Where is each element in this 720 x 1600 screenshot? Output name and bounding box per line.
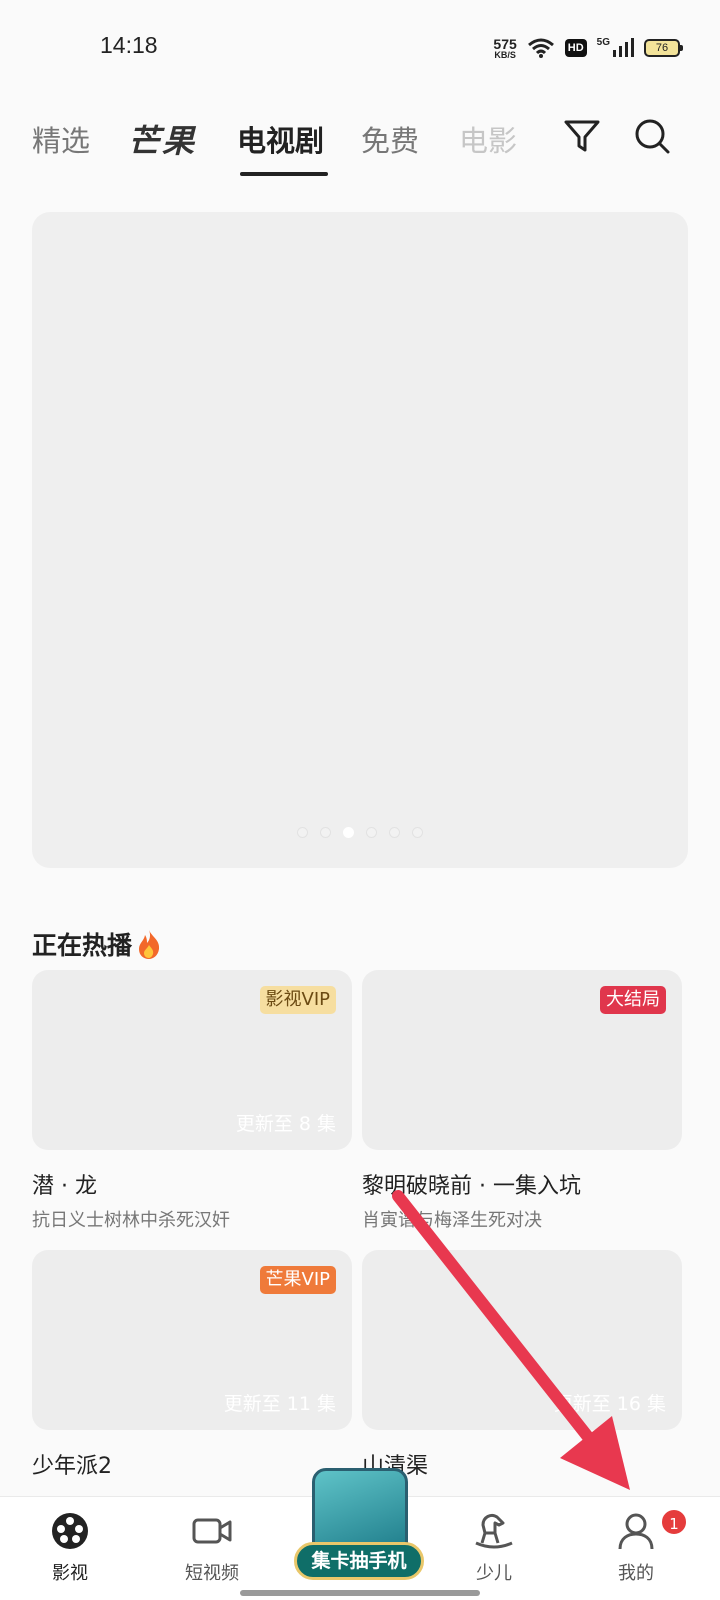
- drama-card[interactable]: 更新至 16 集 山清渠: [362, 1250, 682, 1480]
- notification-badge: 1: [660, 1508, 688, 1536]
- video-camera-icon: [192, 1518, 232, 1544]
- nav-label: 影视: [52, 1563, 88, 1584]
- battery-icon: 76: [644, 39, 683, 57]
- carousel-dots: [32, 827, 688, 838]
- nav-item-kids[interactable]: 少儿: [446, 1511, 542, 1585]
- vip-badge: 芒果VIP: [259, 1266, 336, 1294]
- film-reel-icon: [52, 1513, 88, 1549]
- search-icon[interactable]: [632, 116, 672, 156]
- card-subtitle: 抗日义士树林中杀死汉奸: [32, 1210, 230, 1231]
- status-icons: 575 KB/S HD 5G 76: [493, 34, 683, 62]
- nav-item-films[interactable]: 影视: [22, 1511, 118, 1585]
- carousel-dot: [320, 827, 331, 838]
- carousel-dot-active: [343, 827, 354, 838]
- carousel-dot: [297, 827, 308, 838]
- net-speed: 575 KB/S: [493, 35, 517, 60]
- filter-icon[interactable]: [562, 116, 602, 156]
- card-thumbnail[interactable]: 芒果VIP 更新至 11 集: [32, 1250, 352, 1430]
- nav-label: 少儿: [476, 1563, 512, 1584]
- finale-badge: 大结局: [600, 986, 666, 1014]
- carousel-dot: [389, 827, 400, 838]
- tab-movie[interactable]: 电影: [459, 118, 517, 160]
- promo-label: 集卡抽手机: [294, 1542, 424, 1580]
- section-title: 正在热播: [32, 926, 164, 962]
- nav-item-short-video[interactable]: 短视频: [164, 1511, 260, 1585]
- vip-badge: 影视VIP: [259, 986, 336, 1014]
- active-tab-indicator: [240, 172, 328, 176]
- carousel-dot: [412, 827, 423, 838]
- card-subtitle: 肖寅谱与梅泽生死对决: [362, 1210, 542, 1231]
- drama-card[interactable]: 大结局 黎明破晓前 · 一集入坑 肖寅谱与梅泽生死对决: [362, 970, 682, 1232]
- card-thumbnail[interactable]: 影视VIP 更新至 8 集: [32, 970, 352, 1150]
- network-type: 5G: [596, 36, 610, 48]
- tab-free[interactable]: 免费: [361, 118, 419, 160]
- tab-tv-series[interactable]: 电视剧: [237, 118, 324, 160]
- update-label: 更新至 8 集: [235, 1113, 336, 1135]
- drama-card[interactable]: 影视VIP 更新至 8 集 潜 · 龙 抗日义士树林中杀死汉奸: [32, 970, 352, 1232]
- banner-carousel[interactable]: [32, 212, 688, 868]
- nav-label: 我的: [618, 1563, 654, 1584]
- update-label: 更新至 16 集: [553, 1393, 666, 1415]
- fire-icon: [139, 930, 160, 959]
- rocking-horse-icon: [475, 1513, 513, 1549]
- tab-mango[interactable]: 芒果: [128, 116, 196, 162]
- status-time: 14:18: [100, 32, 158, 58]
- user-icon: [618, 1513, 654, 1550]
- tab-featured[interactable]: 精选: [32, 118, 90, 160]
- card-title[interactable]: 潜 · 龙: [32, 1168, 352, 1200]
- update-label: 更新至 11 集: [223, 1393, 336, 1415]
- card-thumbnail[interactable]: 大结局: [362, 970, 682, 1150]
- wifi-icon: [527, 38, 554, 58]
- carousel-dot: [366, 827, 377, 838]
- card-title[interactable]: 黎明破晓前 · 一集入坑: [362, 1168, 682, 1200]
- status-bar: 14:18 575 KB/S HD 5G 76: [0, 0, 720, 96]
- signal-icon: [613, 38, 634, 57]
- hd-badge: HD: [564, 39, 587, 57]
- top-tab-bar: 精选 芒果 电视剧 免费 电影: [0, 100, 720, 180]
- drama-card[interactable]: 芒果VIP 更新至 11 集 少年派2: [32, 1250, 352, 1480]
- home-indicator[interactable]: [240, 1590, 480, 1596]
- promo-button[interactable]: 集卡抽手机: [294, 1464, 424, 1584]
- card-thumbnail[interactable]: 更新至 16 集: [362, 1250, 682, 1430]
- nav-label: 短视频: [185, 1563, 239, 1584]
